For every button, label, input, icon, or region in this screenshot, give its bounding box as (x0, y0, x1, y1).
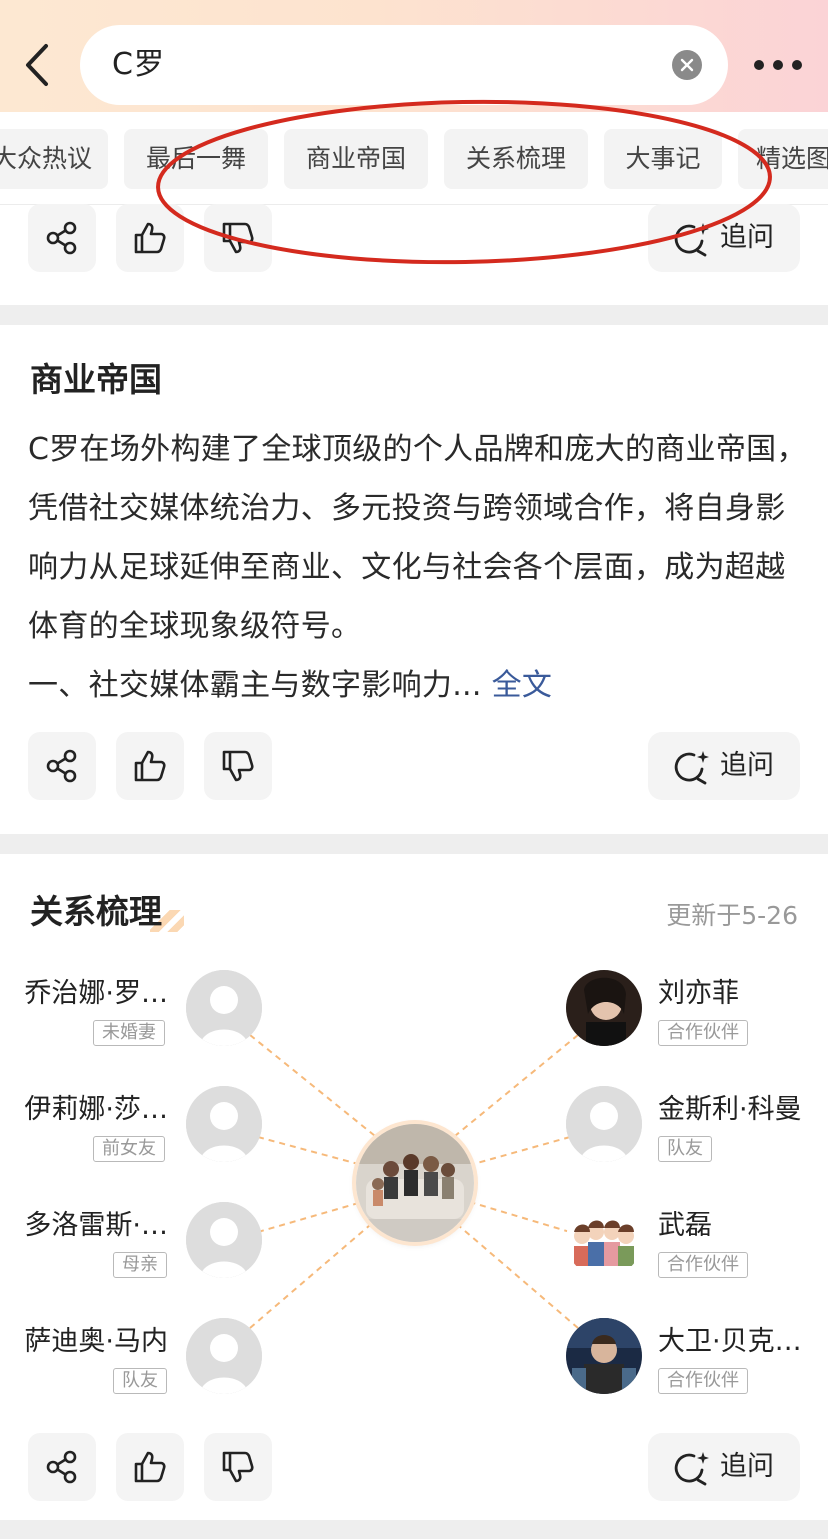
relation-name[interactable]: 伊莉娜·莎… (8, 1090, 168, 1130)
thumbs-down-icon (222, 1451, 254, 1483)
like-button[interactable] (116, 732, 184, 800)
relation-name[interactable]: 刘亦菲 (658, 974, 739, 1014)
business-article: C罗在场外构建了全球顶级的个人品牌和庞大的商业帝国，凭借社交媒体统治力、多元投资… (28, 420, 808, 715)
relation-name[interactable]: 大卫·贝克… (658, 1322, 802, 1362)
relation-name[interactable]: 乔治娜·罗… (8, 974, 168, 1014)
search-query-text: C罗 (112, 47, 165, 82)
share-button[interactable] (28, 732, 96, 800)
tab-business-empire[interactable]: 商业帝国 (284, 129, 428, 189)
relation-tag: 合作伙伴 (658, 1252, 748, 1278)
relation-name[interactable]: 萨迪奥·马内 (8, 1322, 168, 1362)
section-divider (0, 1520, 828, 1539)
share-button[interactable] (28, 1433, 96, 1501)
avatar-placeholder[interactable] (566, 1086, 642, 1162)
ask-followup-button[interactable]: 追问 (648, 204, 800, 272)
avatar-placeholder[interactable] (186, 970, 262, 1046)
dislike-button[interactable] (204, 1433, 272, 1501)
ask-followup-label: 追问 (720, 222, 774, 253)
relation-tag: 未婚妻 (93, 1020, 165, 1046)
thumbs-down-icon (222, 222, 254, 254)
share-icon (46, 1450, 77, 1484)
tab-relationships[interactable]: 关系梳理 (444, 129, 588, 189)
ask-icon (674, 751, 709, 785)
tab-featured-images[interactable]: 精选图 (738, 129, 828, 189)
like-button[interactable] (116, 1433, 184, 1501)
search-input[interactable]: C罗 (80, 25, 728, 105)
thumbs-up-icon (134, 750, 166, 782)
person-icon (186, 1086, 262, 1162)
back-icon[interactable] (16, 40, 60, 90)
family-photo-image (356, 1124, 474, 1242)
read-full-link[interactable]: 全文 (492, 668, 553, 703)
ask-icon (674, 223, 709, 257)
tab-last-dance[interactable]: 最后一舞 (124, 129, 268, 189)
tab-timeline[interactable]: 大事记 (604, 129, 722, 189)
relation-tag: 前女友 (93, 1136, 165, 1162)
relations-section-title: 关系梳理 (30, 892, 162, 931)
avatar-placeholder[interactable] (186, 1318, 262, 1394)
ask-followup-button[interactable]: 追问 (648, 732, 800, 800)
share-icon (46, 749, 77, 783)
avatar-placeholder[interactable] (186, 1202, 262, 1278)
avatar-photo[interactable] (566, 1318, 642, 1394)
tab-public-discussion[interactable]: 大众热议 (0, 129, 108, 189)
portrait-image (566, 970, 642, 1046)
more-icon[interactable] (752, 52, 804, 78)
relation-tag: 合作伙伴 (658, 1020, 748, 1046)
relation-name[interactable]: 多洛雷斯·… (8, 1206, 168, 1246)
clear-icon[interactable] (672, 50, 702, 80)
like-button[interactable] (116, 204, 184, 272)
avatar-placeholder[interactable] (186, 1086, 262, 1162)
avatar-cartoon[interactable] (566, 1202, 642, 1278)
section-divider (0, 305, 828, 325)
person-icon (566, 1086, 642, 1162)
thumbs-down-icon (222, 750, 254, 782)
center-family-photo[interactable] (356, 1124, 474, 1242)
relation-name[interactable]: 武磊 (658, 1206, 712, 1246)
cartoon-family-image (566, 1202, 642, 1278)
relation-name[interactable]: 金斯利·科曼 (658, 1090, 802, 1130)
dislike-button[interactable] (204, 204, 272, 272)
ask-followup-button[interactable]: 追问 (648, 1433, 800, 1501)
thumbs-up-icon (134, 1451, 166, 1483)
relation-tag: 队友 (113, 1368, 167, 1394)
portrait-image (566, 1318, 642, 1394)
relation-tag: 合作伙伴 (658, 1368, 748, 1394)
topic-tabs: 大众热议 最后一舞 商业帝国 关系梳理 大事记 精选图 (0, 112, 828, 205)
share-icon (46, 221, 77, 255)
ask-followup-label: 追问 (720, 1451, 774, 1482)
ask-icon (674, 1452, 709, 1486)
search-header: C罗 (0, 0, 828, 112)
relation-tag: 队友 (658, 1136, 712, 1162)
avatar-photo[interactable] (566, 970, 642, 1046)
business-section-title: 商业帝国 (30, 360, 162, 399)
dislike-button[interactable] (204, 732, 272, 800)
section-divider (0, 834, 828, 854)
business-article-text: C罗在场外构建了全球顶级的个人品牌和庞大的商业帝国，凭借社交媒体统治力、多元投资… (28, 432, 807, 644)
share-button[interactable] (28, 204, 96, 272)
updated-date: 更新于5-26 (666, 901, 798, 930)
person-icon (186, 1318, 262, 1394)
business-article-heading: 一、社交媒体霸主与数字影响力... (28, 668, 482, 703)
thumbs-up-icon (134, 222, 166, 254)
ask-followup-label: 追问 (720, 750, 774, 781)
person-icon (186, 970, 262, 1046)
person-icon (186, 1202, 262, 1278)
relation-tag: 母亲 (113, 1252, 167, 1278)
